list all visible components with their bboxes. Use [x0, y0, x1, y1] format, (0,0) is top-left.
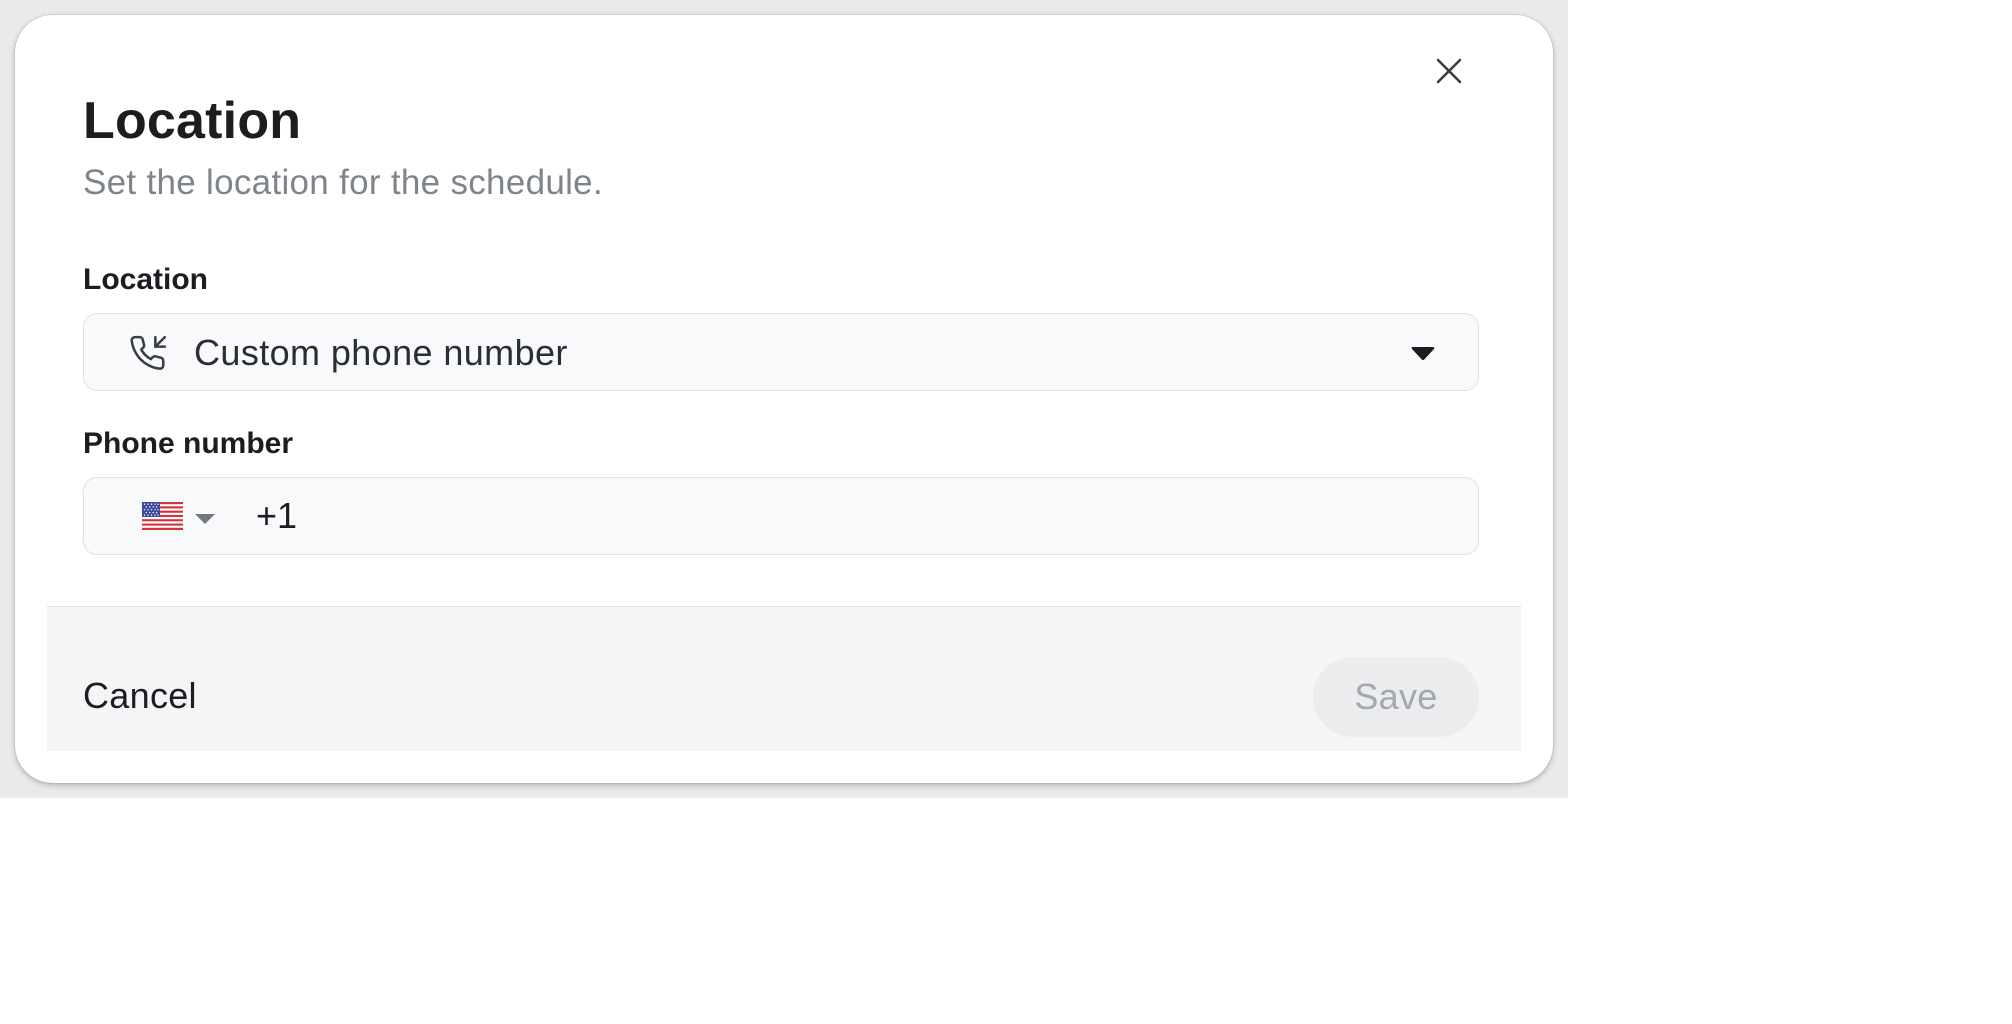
country-code-select[interactable]	[142, 500, 222, 536]
location-label: Location	[83, 263, 208, 296]
phone-number-input[interactable]	[256, 490, 1456, 542]
cancel-button[interactable]: Cancel	[83, 675, 197, 717]
location-dialog: Location Set the location for the schedu…	[15, 15, 1553, 783]
phone-number-label: Phone number	[83, 427, 294, 460]
close-icon	[1436, 58, 1462, 84]
save-button[interactable]: Save	[1313, 657, 1479, 737]
dialog-subtitle: Set the location for the schedule.	[83, 163, 603, 202]
dialog-footer: Cancel Save	[47, 606, 1521, 751]
phone-incoming-icon	[130, 335, 167, 370]
dialog-title: Location	[83, 92, 302, 150]
us-flag-icon	[142, 502, 183, 530]
phone-number-field	[83, 477, 1479, 555]
chevron-down-icon	[195, 514, 215, 524]
chevron-down-icon	[1411, 347, 1435, 361]
location-select[interactable]: Custom phone number	[83, 313, 1479, 391]
location-select-value: Custom phone number	[194, 332, 568, 373]
close-button[interactable]	[1433, 55, 1465, 87]
